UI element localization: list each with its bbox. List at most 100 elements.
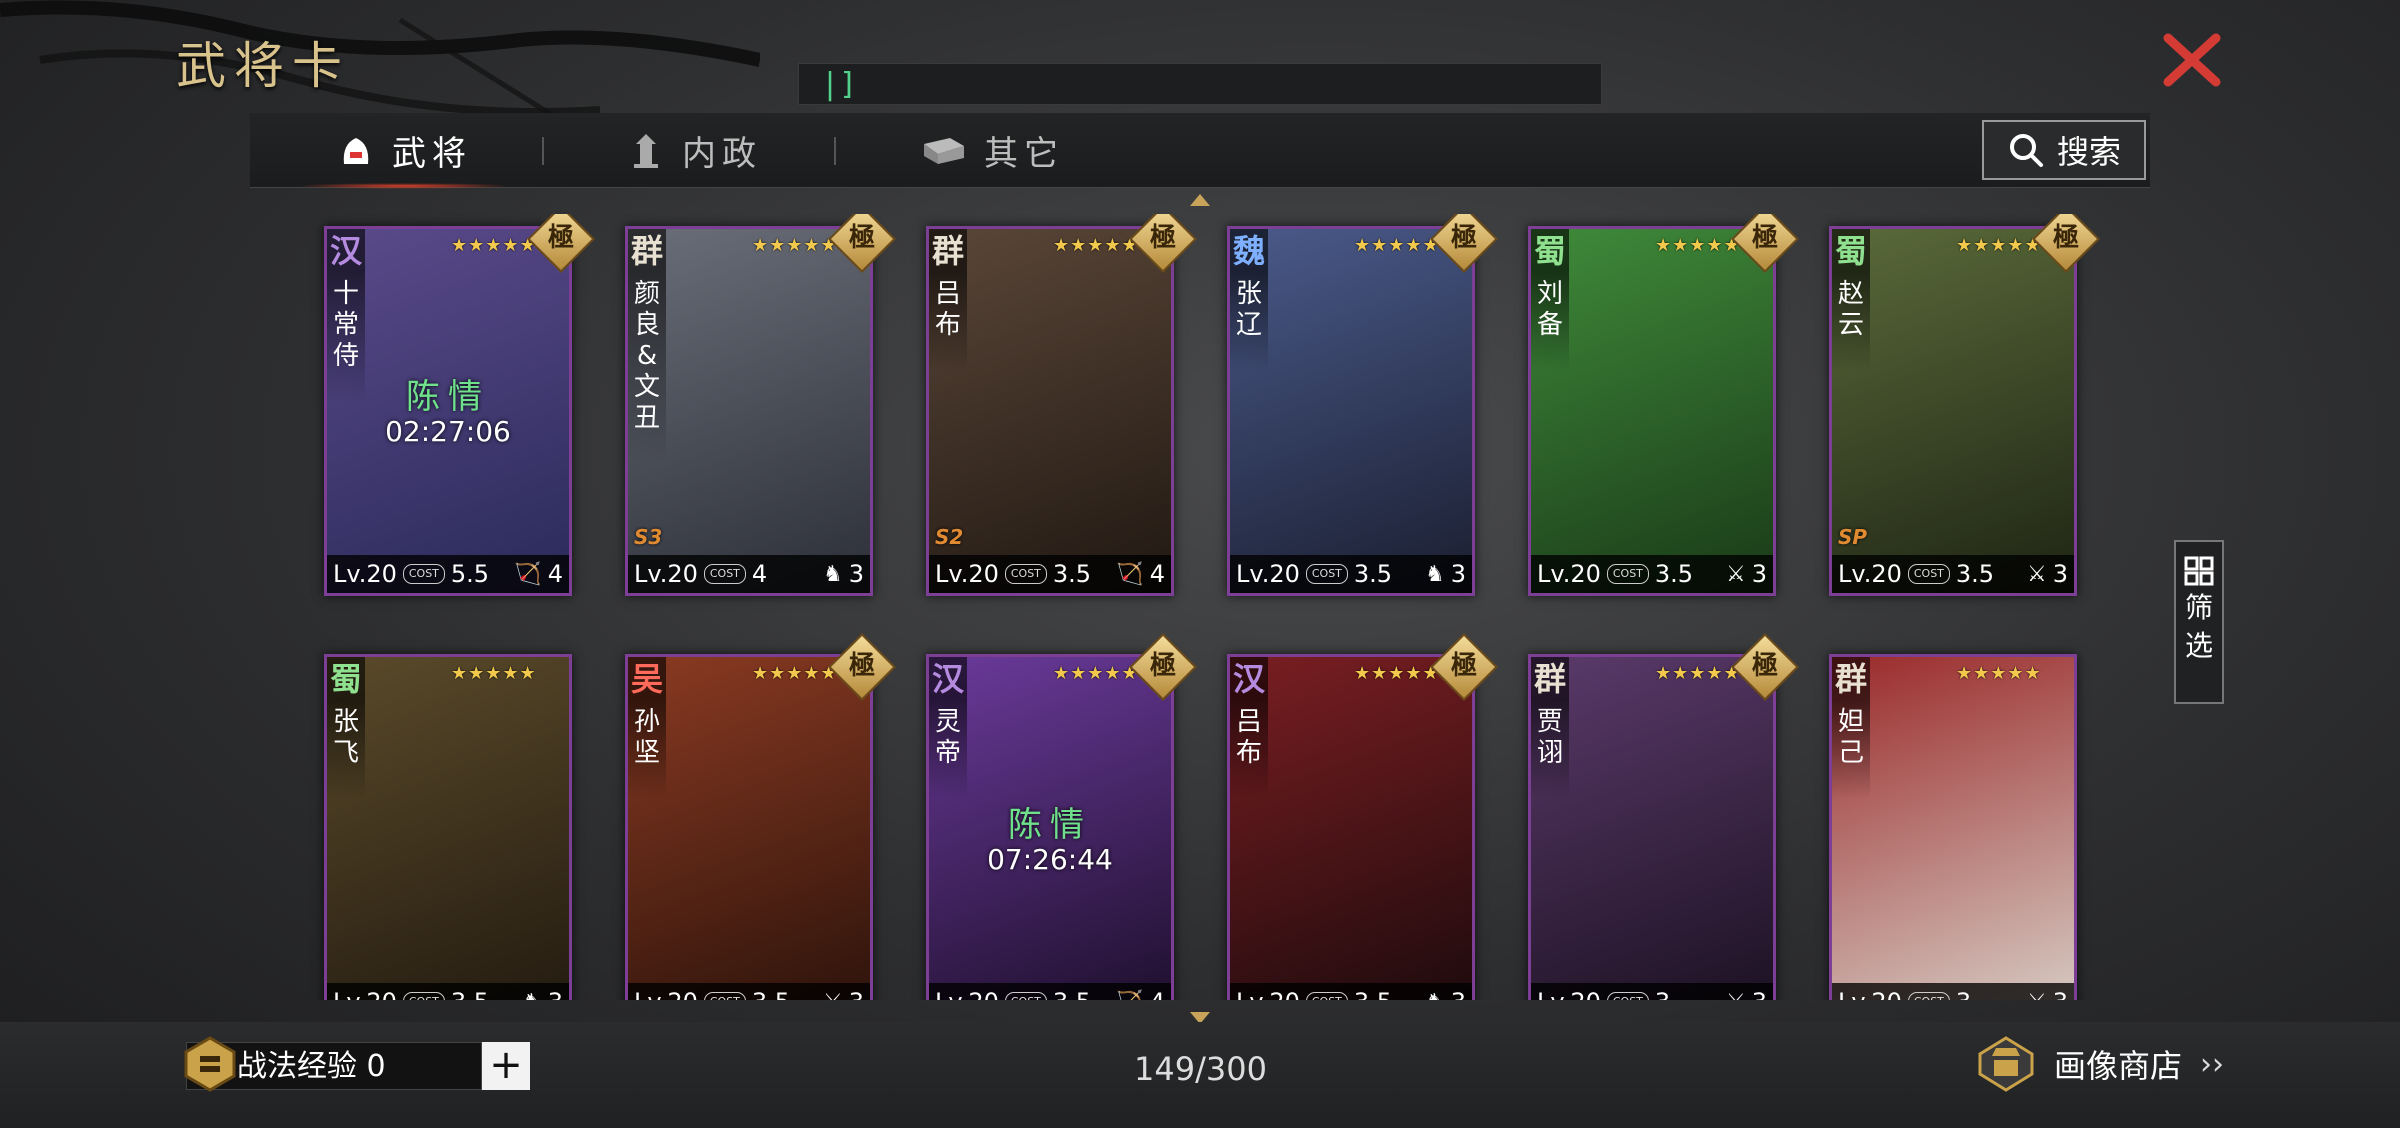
horse-icon: ♞ (822, 561, 843, 587)
troop-count: 4 (1149, 560, 1165, 588)
scroll-icon (924, 138, 964, 164)
faction-label: 吴 (628, 657, 666, 701)
troop-count: 3 (2053, 988, 2068, 1000)
search-button[interactable]: 搜索 (1982, 120, 2146, 180)
badge-label: 極 (2052, 223, 2079, 253)
troop-count: 3 (548, 988, 563, 1000)
badge-label: 極 (1450, 651, 1477, 681)
faction-label: 汉 (929, 657, 967, 701)
cost-icon: COST (1606, 992, 1649, 1000)
petition-label: 陈情 (1008, 805, 1092, 845)
troop-count: 3 (849, 988, 864, 1000)
add-exp-button[interactable]: + (482, 1042, 530, 1090)
cost-value: 3.5 (451, 988, 489, 1000)
general-card[interactable]: 群颜良&文丑 ★★★★★ 極 S3 Lv.20 COST 4 ♞ 3 (625, 214, 896, 596)
cost-value: 3.5 (1053, 988, 1091, 1000)
general-card[interactable]: 群妲己 ★★★★★ Lv.20 COST 3 ⚔ 3 (1829, 654, 2077, 1000)
bow-icon: 🏹 (514, 561, 542, 587)
troop-count: 3 (1450, 560, 1466, 588)
close-x-icon[interactable] (2160, 28, 2224, 92)
general-name: 张飞 (327, 701, 365, 799)
card-stats-bar: Lv.20 COST 3.5 ♞ 3 (327, 983, 569, 1000)
spear-icon: ⚔ (823, 990, 843, 1001)
level-label: Lv.20 (1236, 560, 1300, 588)
star-rating: ★★★★★ (1956, 663, 2042, 684)
star-rating: ★★★★★ (1053, 663, 1139, 684)
general-card[interactable]: 吴孙坚 ★★★★★ 極 Lv.20 COST 3.5 ⚔ 3 (625, 633, 896, 1001)
troop-count: 3 (2052, 560, 2068, 588)
troop-count: 4 (1150, 988, 1165, 1000)
general-card[interactable]: 群贾诩 ★★★★★ 極 Lv.20 COST 3 ⚔ 3 (1528, 633, 1799, 1001)
cost-icon: COST (1305, 564, 1348, 584)
general-card[interactable]: 汉吕布 ★★★★★ 極 Lv.20 COST 3.5 ♞ 3 (1227, 633, 1498, 1001)
bow-icon: 🏹 (1116, 990, 1143, 1001)
cost-value: 3.5 (1354, 988, 1392, 1000)
horse-icon: ♞ (1425, 990, 1445, 1001)
scroll-up-arrow-icon[interactable] (1190, 194, 1210, 206)
grid-icon (2184, 556, 2214, 586)
cost-value: 3.5 (752, 988, 790, 1000)
level-label: Lv.20 (333, 560, 397, 588)
spear-icon: ⚔ (1726, 990, 1746, 1001)
tab-label: 其它 (984, 133, 1064, 174)
cost-icon: COST (402, 564, 445, 584)
general-name: 吕布 (929, 273, 967, 371)
level-label: Lv.20 (935, 988, 999, 1000)
star-rating: ★★★★★ (1354, 235, 1440, 256)
countdown-timer: 02:27:06 (385, 415, 511, 448)
double-chevron-right-icon: ›› (2200, 1046, 2225, 1082)
general-card[interactable]: 群吕布 ★★★★★ 極 S2 Lv.20 COST 3.5 🏹 4 (926, 214, 1197, 596)
shop-icon (1978, 1036, 2034, 1092)
general-card[interactable]: 汉十常侍 ★★★★★ 極陈情 02:27:06 Lv.20 COST 5.5 🏹 4 (324, 214, 595, 596)
star-rating: ★★★★★ (752, 235, 838, 256)
general-name: 吕布 (1230, 701, 1268, 799)
card-stats-bar: Lv.20COST3.5 🏹4 (929, 555, 1171, 593)
filter-button[interactable]: 筛 选 (2174, 540, 2224, 704)
badge-label: 極 (547, 223, 574, 253)
badge-label: 極 (848, 651, 875, 681)
general-name: 赵云 (1832, 273, 1870, 371)
general-card[interactable]: 蜀张飞 ★★★★★ Lv.20 COST 3.5 ♞ 3 (324, 654, 572, 1000)
faction-label: 群 (628, 229, 666, 273)
tower-icon (634, 134, 658, 168)
spear-icon: ⚔ (2027, 990, 2047, 1001)
tab-separator (834, 137, 836, 165)
cost-icon: COST (1606, 564, 1649, 584)
cost-icon: COST (402, 992, 445, 1000)
helmet-icon (343, 138, 369, 164)
faction-label: 魏 (1230, 229, 1268, 273)
general-card[interactable]: 蜀刘备 ★★★★★ 極 Lv.20 COST 3.5 ⚔ 3 (1528, 214, 1799, 596)
card-count: 149/300 (1134, 1050, 1267, 1088)
tab-domestic[interactable]: 内政 (626, 113, 762, 187)
cost-value: 3.5 (1353, 560, 1393, 588)
general-card[interactable]: 蜀赵云 ★★★★★ 極 SP Lv.20 COST 3.5 ⚔ 3 (1829, 214, 2100, 596)
season-tag: SP (1838, 525, 1868, 549)
general-card[interactable]: 汉灵帝 ★★★★★ 極陈情07:26:44 Lv.20 COST 3.5 🏹 4 (926, 633, 1197, 1001)
faction-label: 汉 (1230, 657, 1268, 701)
faction-label: 汉 (327, 229, 365, 273)
level-label: Lv.20 (1537, 988, 1601, 1000)
tab-other[interactable]: 其它 (920, 113, 1064, 187)
troop-count: 3 (1751, 560, 1767, 588)
general-name: 刘备 (1531, 273, 1569, 371)
general-card[interactable]: 魏张辽 ★★★★★ 極 Lv.20 COST 3.5 ♞ 3 (1227, 214, 1498, 596)
general-name: 孙坚 (628, 701, 666, 799)
tab-generals[interactable]: 武将 (296, 113, 512, 189)
tab-label: 内政 (682, 133, 762, 174)
star-rating: ★★★★★ (451, 235, 537, 256)
portrait-shop-button[interactable]: 画像商店 ›› (1976, 1034, 2224, 1094)
card-stats-bar: Lv.20COST3.5 ⚔3 (1531, 555, 1773, 593)
star-rating: ★★★★★ (1655, 663, 1741, 684)
level-label: Lv.20 (634, 988, 698, 1000)
petition-label: 陈情 (406, 377, 490, 417)
faction-label: 蜀 (1531, 229, 1569, 273)
cost-icon: COST (1004, 992, 1047, 1000)
cost-value: 4 (751, 560, 768, 588)
bow-icon: 🏹 (1116, 561, 1144, 587)
search-label: 搜索 (2056, 133, 2121, 171)
badge-label: 極 (1751, 223, 1778, 253)
cost-value: 3 (1655, 988, 1670, 1000)
level-label: Lv.20 (333, 988, 397, 1000)
page-title: 武将卡 (176, 37, 350, 95)
faction-label: 群 (1531, 657, 1569, 701)
